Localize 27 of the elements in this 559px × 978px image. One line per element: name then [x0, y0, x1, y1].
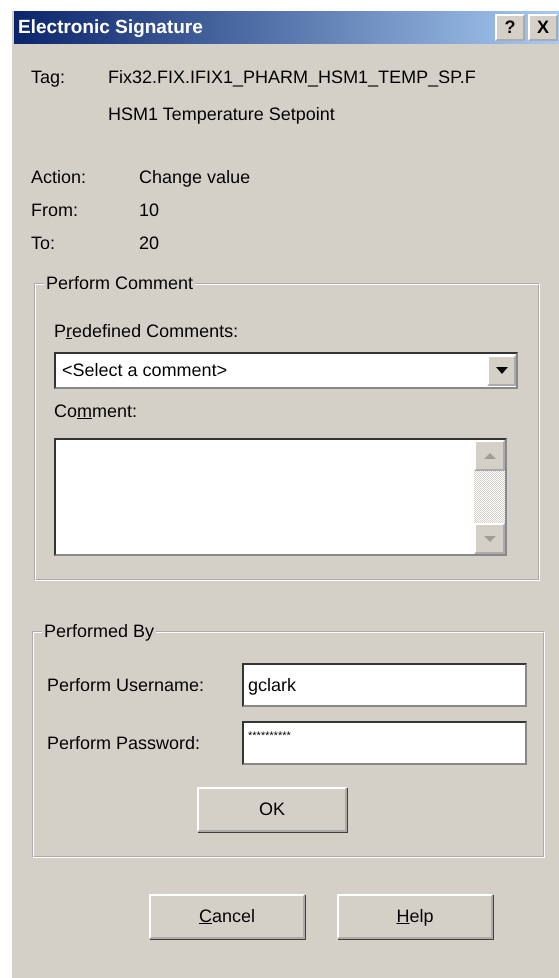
- detail-label: To:: [31, 233, 56, 254]
- scroll-up-icon[interactable]: [474, 440, 505, 471]
- field-label: Predefined Comments:: [54, 321, 240, 342]
- scroll-down-icon[interactable]: [474, 523, 505, 554]
- tag-description: HSM1 Temperature Setpoint: [108, 104, 335, 125]
- detail-label: From:: [31, 200, 79, 221]
- window-title: Electronic Signature: [17, 16, 203, 38]
- scroll-bar[interactable]: [474, 440, 505, 554]
- tag-label: Tag:: [31, 67, 66, 88]
- comment-field[interactable]: [54, 438, 507, 556]
- detail-value: Change value: [139, 167, 250, 188]
- group-title: Performed By: [42, 621, 156, 642]
- help-button[interactable]: Help: [337, 894, 493, 939]
- username-label: Perform Username:: [47, 674, 204, 696]
- close-button[interactable]: X: [528, 14, 558, 41]
- comment-dropdown[interactable]: <Select a comment>: [54, 352, 518, 389]
- password-label: Perform Password:: [47, 732, 200, 754]
- field-label: Comment:: [54, 401, 138, 422]
- username-field[interactable]: gclark: [242, 663, 527, 707]
- ok-button[interactable]: OK: [197, 787, 347, 832]
- detail-value: 20: [139, 233, 160, 254]
- detail-value: 10: [139, 200, 160, 221]
- tag-value: Fix32.FIX.IFIX1_PHARM_HSM1_TEMP_SP.F: [108, 67, 476, 88]
- password-field[interactable]: **********: [242, 721, 527, 765]
- detail-label: Action:: [31, 167, 88, 188]
- help-button[interactable]: ?: [495, 14, 525, 41]
- cancel-button[interactable]: Cancel: [149, 894, 305, 939]
